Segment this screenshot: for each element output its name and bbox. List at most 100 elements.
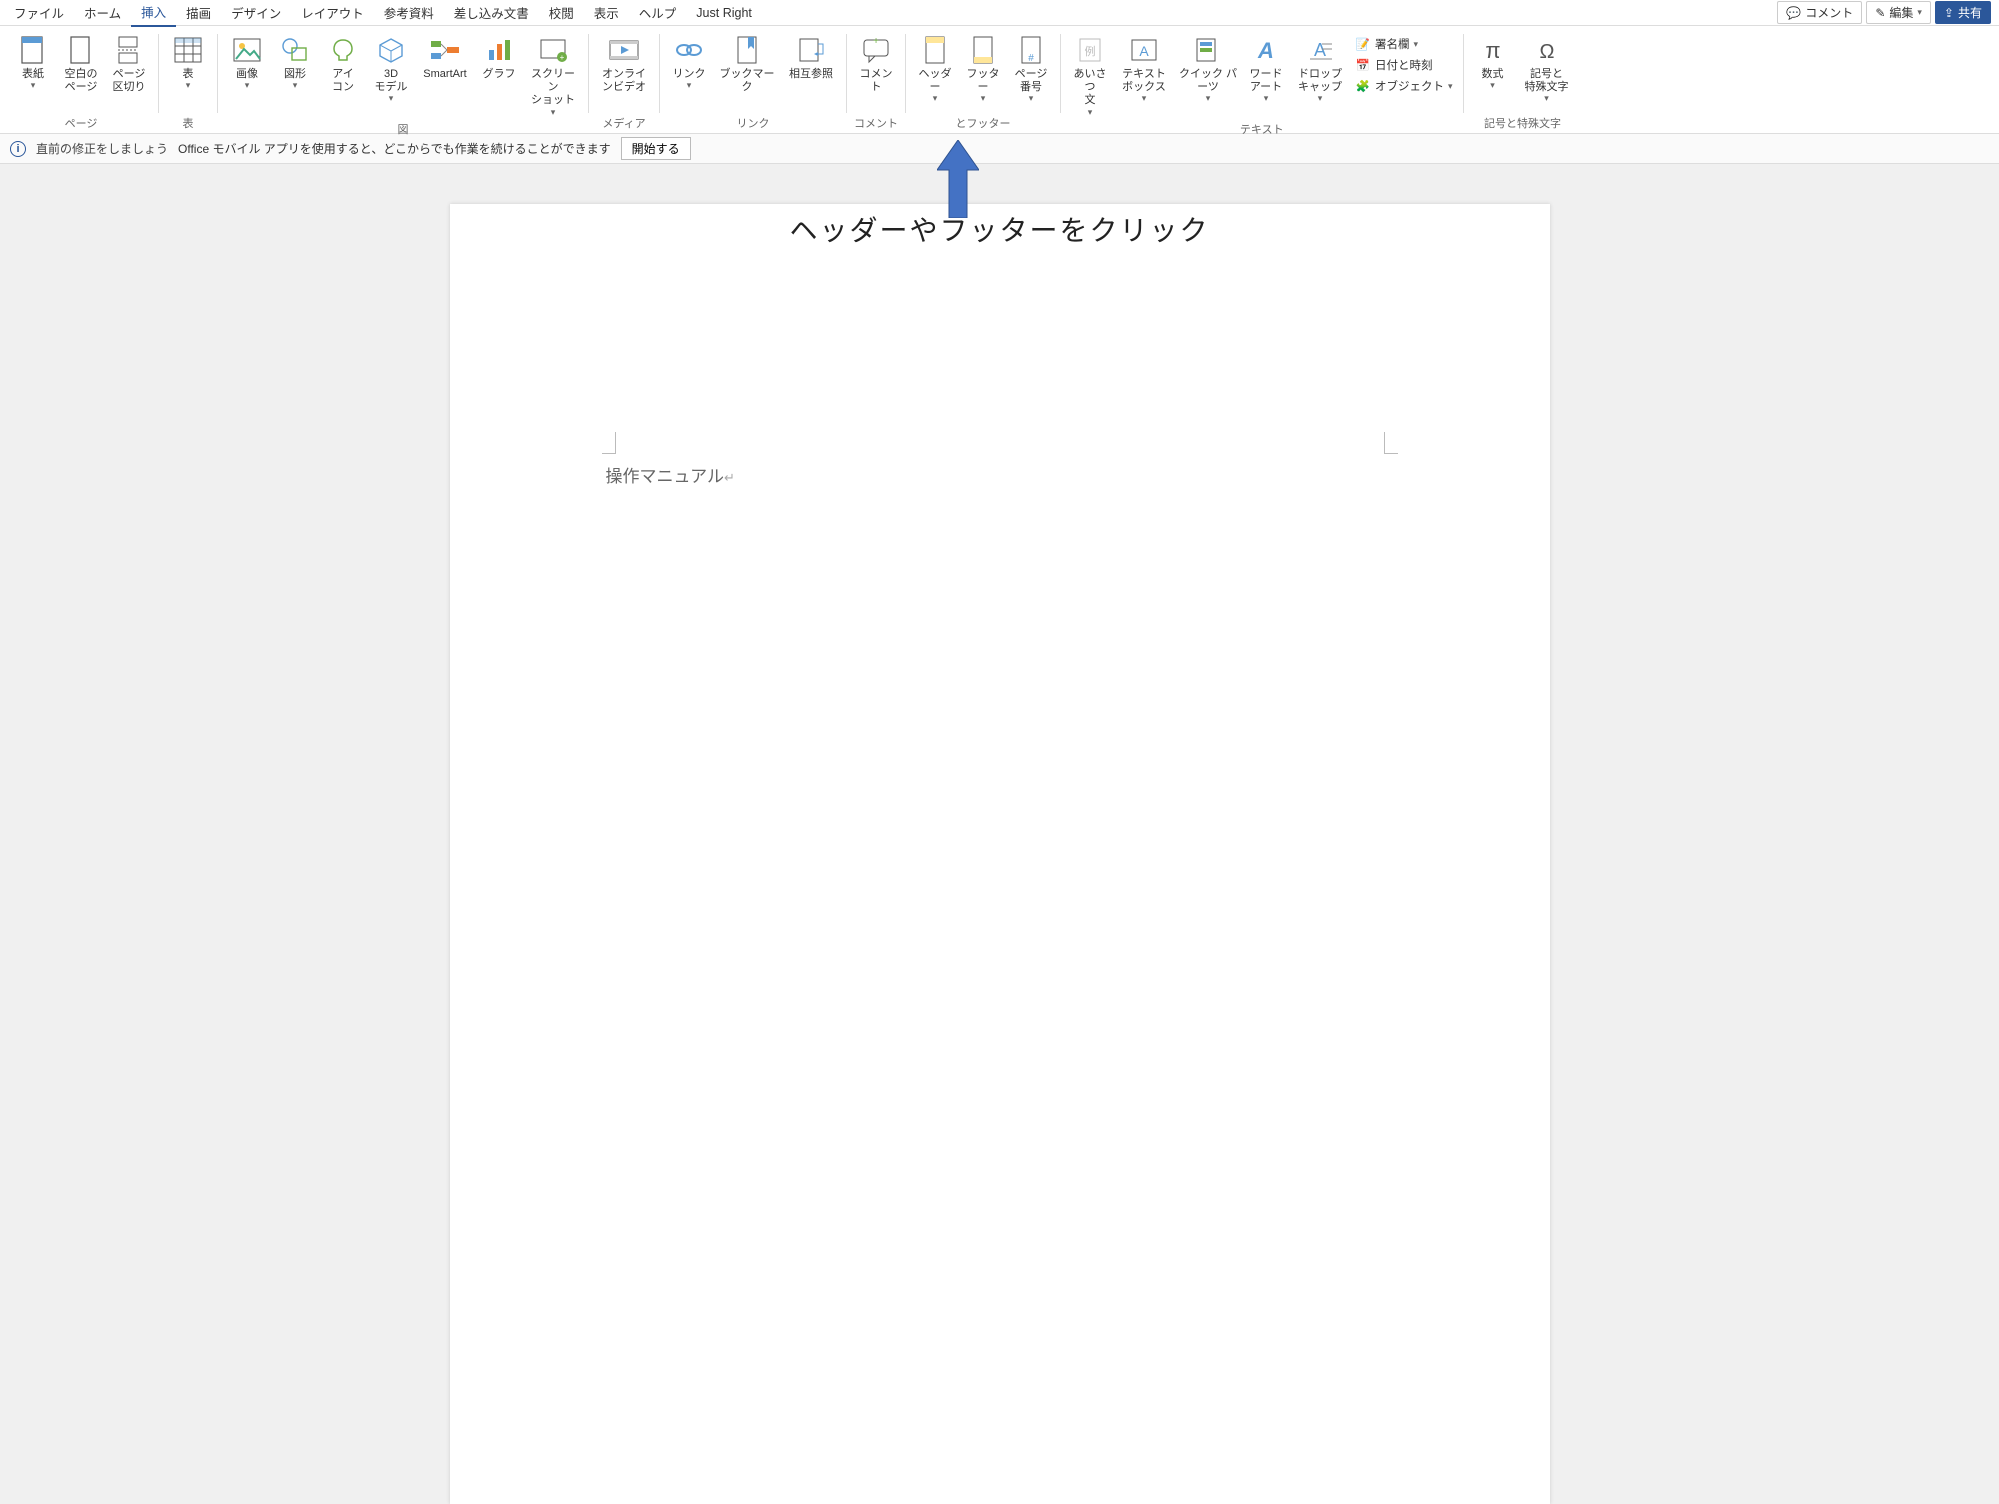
group-links-label: リンク (737, 113, 770, 133)
cross-reference-label: 相互参照 (789, 68, 833, 81)
tab-justright[interactable]: Just Right (686, 2, 762, 24)
document-header-text[interactable]: 操作マニュアル↵ (606, 462, 735, 487)
svg-text:π: π (1485, 38, 1500, 63)
screenshot-button[interactable]: + スクリーン ショット ▾ (524, 32, 582, 119)
group-comments-label: コメント (854, 113, 898, 133)
picture-button[interactable]: 画像 ▾ (224, 32, 270, 92)
smartart-label: SmartArt (423, 68, 466, 81)
greeting-button[interactable]: 例 あいさつ 文 ▾ (1067, 32, 1113, 119)
calendar-icon: 📅 (1355, 57, 1371, 73)
icons-button[interactable]: アイ コン (320, 32, 366, 96)
chevron-down-icon: ▾ (1264, 94, 1269, 103)
group-illustrations: 画像 ▾ 図形 ▾ アイ コン 3D モデル (218, 28, 588, 133)
quickparts-icon (1192, 34, 1224, 66)
start-button[interactable]: 開始する (621, 137, 691, 160)
ribbon: 表紙 ▾ 空白の ページ ページ 区切り ページ (0, 26, 1999, 134)
header-icon (919, 34, 951, 66)
group-media-label: メディア (602, 113, 645, 133)
corner-mark-tr (1384, 432, 1398, 454)
page-break-label: ページ 区切り (113, 68, 146, 94)
info-bar: i 直前の修正をしましょう Office モバイル アプリを使用すると、どこから… (0, 134, 1999, 164)
info-icon: i (10, 141, 26, 157)
paragraph-mark-icon: ↵ (724, 470, 735, 485)
wordart-button[interactable]: A ワード アート ▾ (1243, 32, 1289, 105)
comments-button[interactable]: 💬 コメント (1777, 1, 1862, 24)
online-video-button[interactable]: オンライ ンビデオ (595, 32, 653, 96)
page-break-button[interactable]: ページ 区切り (106, 32, 152, 96)
tab-mailings[interactable]: 差し込み文書 (444, 0, 539, 26)
bookmark-label: ブックマーク (716, 68, 778, 94)
quickparts-button[interactable]: クイック パーツ ▾ (1175, 32, 1241, 105)
group-illustrations-label: 図 (398, 119, 409, 139)
svg-text:#: # (1028, 53, 1034, 64)
smartart-button[interactable]: SmartArt (416, 32, 474, 83)
info-body: Office モバイル アプリを使用すると、どこからでも作業を続けることができま… (178, 140, 611, 157)
bookmark-button[interactable]: ブックマーク (714, 32, 780, 96)
3d-models-label: 3D モデル (375, 68, 408, 94)
group-pages: 表紙 ▾ 空白の ページ ページ 区切り ページ (4, 28, 158, 133)
tab-references[interactable]: 参考資料 (374, 0, 444, 26)
share-button[interactable]: ⇪ 共有 (1935, 1, 1991, 24)
chevron-down-icon: ▾ (1088, 108, 1093, 117)
chevron-down-icon: ▾ (551, 108, 556, 117)
tab-layout[interactable]: レイアウト (291, 0, 374, 26)
group-symbols-label: 記号と特殊文字 (1484, 113, 1561, 133)
textbox-button[interactable]: A テキスト ボックス ▾ (1115, 32, 1173, 105)
tab-draw[interactable]: 描画 (176, 0, 221, 26)
tab-design[interactable]: デザイン (221, 0, 291, 26)
group-text: 例 あいさつ 文 ▾ A テキスト ボックス ▾ クイック パーツ ▾ (1061, 28, 1463, 133)
page-number-button[interactable]: # ページ 番号 ▾ (1008, 32, 1054, 105)
svg-text:A: A (1139, 43, 1149, 59)
chevron-down-icon: ▾ (31, 81, 36, 90)
chevron-down-icon: ▾ (1029, 94, 1034, 103)
chevron-down-icon: ▾ (1917, 8, 1922, 17)
tab-file[interactable]: ファイル (4, 0, 74, 26)
equation-button[interactable]: π 数式 ▾ (1470, 32, 1516, 92)
online-video-label: オンライ ンビデオ (602, 68, 646, 94)
arrow-annotation (937, 140, 979, 218)
comments-label: コメント (1805, 4, 1853, 21)
cross-reference-button[interactable]: 相互参照 (782, 32, 840, 83)
shapes-icon (279, 34, 311, 66)
date-time-button[interactable]: 📅 日付と時刻 (1351, 55, 1457, 75)
signature-line-button[interactable]: 📝 署名欄 ▾ (1351, 34, 1457, 54)
info-title: 直前の修正をしましょう (36, 140, 168, 157)
picture-icon (231, 34, 263, 66)
shapes-button[interactable]: 図形 ▾ (272, 32, 318, 92)
blank-page-button[interactable]: 空白の ページ (58, 32, 104, 96)
tab-view[interactable]: 表示 (584, 0, 629, 26)
3d-models-button[interactable]: 3D モデル ▾ (368, 32, 414, 105)
footer-button[interactable]: フッター ▾ (960, 32, 1006, 105)
group-header-footer-label: とフッター (956, 113, 1011, 133)
smartart-icon (429, 34, 461, 66)
cube-icon (375, 34, 407, 66)
dropcap-label: ドロップ キャップ (1298, 68, 1342, 94)
chevron-down-icon: ▾ (1318, 94, 1323, 103)
pi-icon: π (1477, 34, 1509, 66)
chart-button[interactable]: グラフ (476, 32, 522, 83)
editing-button[interactable]: ✎ 編集 ▾ (1866, 1, 1931, 24)
wordart-label: ワード アート (1250, 68, 1283, 94)
tab-insert[interactable]: 挿入 (131, 0, 176, 27)
editing-label: 編集 (1889, 4, 1913, 21)
tab-home[interactable]: ホーム (74, 0, 131, 26)
chevron-down-icon: ▾ (1414, 40, 1419, 49)
cover-page-button[interactable]: 表紙 ▾ (10, 32, 56, 92)
comment-button[interactable]: + コメント (853, 32, 899, 96)
chevron-down-icon: ▾ (1490, 81, 1495, 90)
chart-icon (483, 34, 515, 66)
document-canvas[interactable]: ヘッダーやフッターをクリック 操作マニュアル↵ (0, 164, 1999, 969)
chevron-down-icon: ▾ (186, 81, 191, 90)
tab-help[interactable]: ヘルプ (629, 0, 687, 26)
page[interactable]: 操作マニュアル↵ (450, 204, 1550, 1504)
symbol-button[interactable]: Ω 記号と 特殊文字 ▾ (1518, 32, 1576, 105)
group-header-footer: ヘッダー ▾ フッター ▾ # ページ 番号 ▾ とフッター (906, 28, 1060, 133)
dropcap-button[interactable]: A ドロップ キャップ ▾ (1291, 32, 1349, 105)
header-button[interactable]: ヘッダー ▾ (912, 32, 958, 105)
link-button[interactable]: リンク ▾ (666, 32, 712, 92)
svg-text:A: A (1257, 38, 1274, 63)
table-button[interactable]: 表 ▾ (165, 32, 211, 92)
chevron-down-icon: ▾ (389, 94, 394, 103)
object-button[interactable]: 🧩 オブジェクト ▾ (1351, 76, 1457, 96)
tab-review[interactable]: 校閲 (539, 0, 584, 26)
